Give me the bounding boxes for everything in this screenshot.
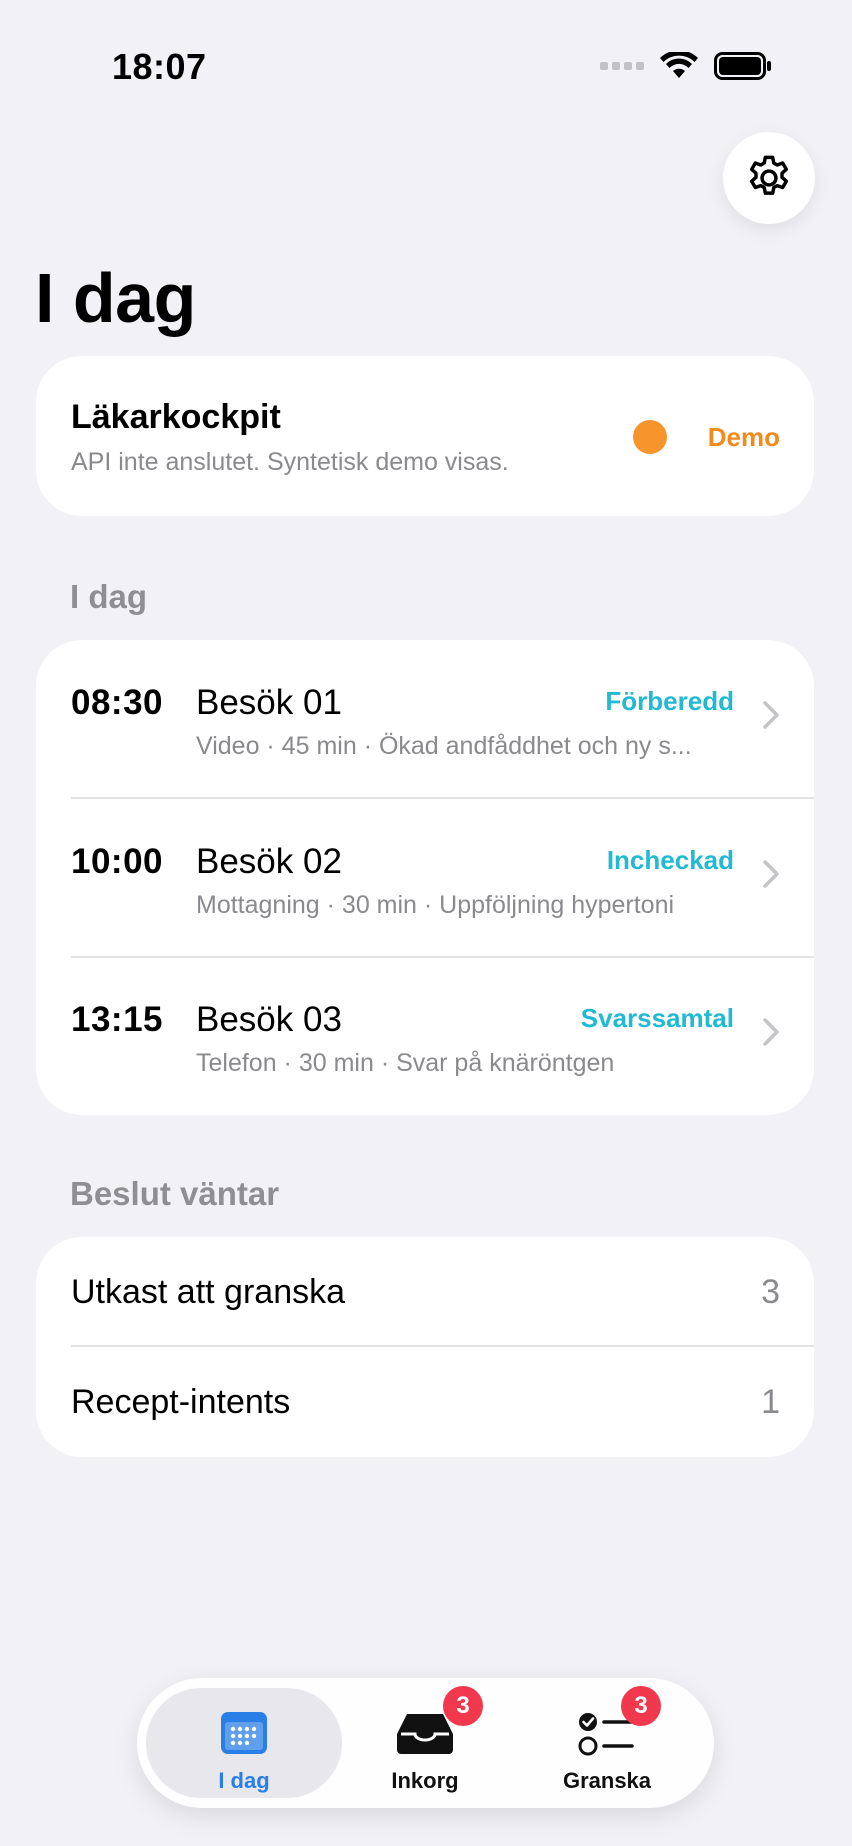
decision-label: Utkast att granska — [71, 1273, 346, 1311]
screen: 18:07 I dag Läkarkockpit API inte anslut… — [0, 0, 852, 1846]
calendar-icon — [221, 1712, 267, 1754]
visit-time: 08:30 — [71, 683, 164, 722]
visit-time: 10:00 — [71, 842, 164, 881]
tab-label: Granska — [562, 1768, 652, 1793]
wifi-icon — [660, 52, 698, 78]
tab-today[interactable]: I dag — [146, 1688, 342, 1798]
chevron-right-icon — [763, 701, 779, 729]
tab-inbox[interactable]: 3 Inkorg — [327, 1686, 523, 1798]
decisions-list: Utkast att granska 3 Recept-intents 1 — [36, 1237, 814, 1457]
tab-review[interactable]: 3 Granska — [509, 1686, 705, 1798]
review-badge: 3 — [621, 1686, 661, 1726]
decision-row-prescriptions[interactable]: Recept-intents 1 — [36, 1347, 814, 1457]
settings-button[interactable] — [723, 132, 815, 224]
chevron-right-icon — [763, 1018, 779, 1046]
decision-count: 1 — [761, 1383, 780, 1421]
page-title: I dag — [35, 259, 196, 337]
connection-status-dot — [633, 420, 667, 454]
decision-label: Recept-intents — [71, 1383, 291, 1421]
cockpit-subtitle: API inte anslutet. Syntetisk demo visas. — [71, 448, 509, 476]
inbox-badge: 3 — [443, 1686, 483, 1726]
visit-status: Svarssamtal — [580, 1003, 734, 1033]
chevron-right-icon — [763, 860, 779, 888]
decision-count: 3 — [761, 1273, 780, 1311]
visit-name: Besök 01 — [196, 683, 342, 722]
today-section-heading: I dag — [70, 578, 148, 615]
visit-detail: Video · 45 min · Ökad andfåddhet och ny … — [196, 732, 692, 760]
visit-name: Besök 03 — [196, 1000, 342, 1039]
visit-name: Besök 02 — [196, 842, 342, 881]
visit-row[interactable]: 13:15 Besök 03 Svarssamtal Telefon · 30 … — [36, 957, 814, 1115]
visit-detail: Telefon · 30 min · Svar på knäröntgen — [196, 1049, 615, 1077]
tab-label: I dag — [218, 1768, 270, 1793]
tab-label: Inkorg — [391, 1768, 459, 1793]
visit-detail: Mottagning · 30 min · Uppföljning hypert… — [196, 891, 675, 919]
visit-status: Incheckad — [606, 845, 734, 875]
visit-row[interactable]: 10:00 Besök 02 Incheckad Mottagning · 30… — [36, 799, 814, 957]
status-time: 18:07 — [112, 46, 207, 87]
decision-row-drafts[interactable]: Utkast att granska 3 — [36, 1237, 814, 1347]
visit-time: 13:15 — [71, 1000, 164, 1039]
cockpit-status-card: Läkarkockpit API inte anslutet. Syntetis… — [36, 356, 814, 516]
decisions-section-heading: Beslut väntar — [70, 1175, 280, 1212]
visit-row[interactable]: 08:30 Besök 01 Förberedd Video · 45 min … — [36, 640, 814, 798]
cockpit-title: Läkarkockpit — [71, 398, 281, 436]
status-icons — [600, 52, 772, 80]
demo-status-label: Demo — [707, 422, 780, 452]
gear-icon — [749, 155, 789, 195]
visits-list: 08:30 Besök 01 Förberedd Video · 45 min … — [36, 640, 814, 1115]
tab-bar: I dag 3 Inkorg 3 Granska — [137, 1678, 714, 1808]
cellular-signal-icon — [600, 62, 644, 70]
visit-status: Förberedd — [605, 686, 734, 716]
battery-icon — [714, 52, 771, 80]
